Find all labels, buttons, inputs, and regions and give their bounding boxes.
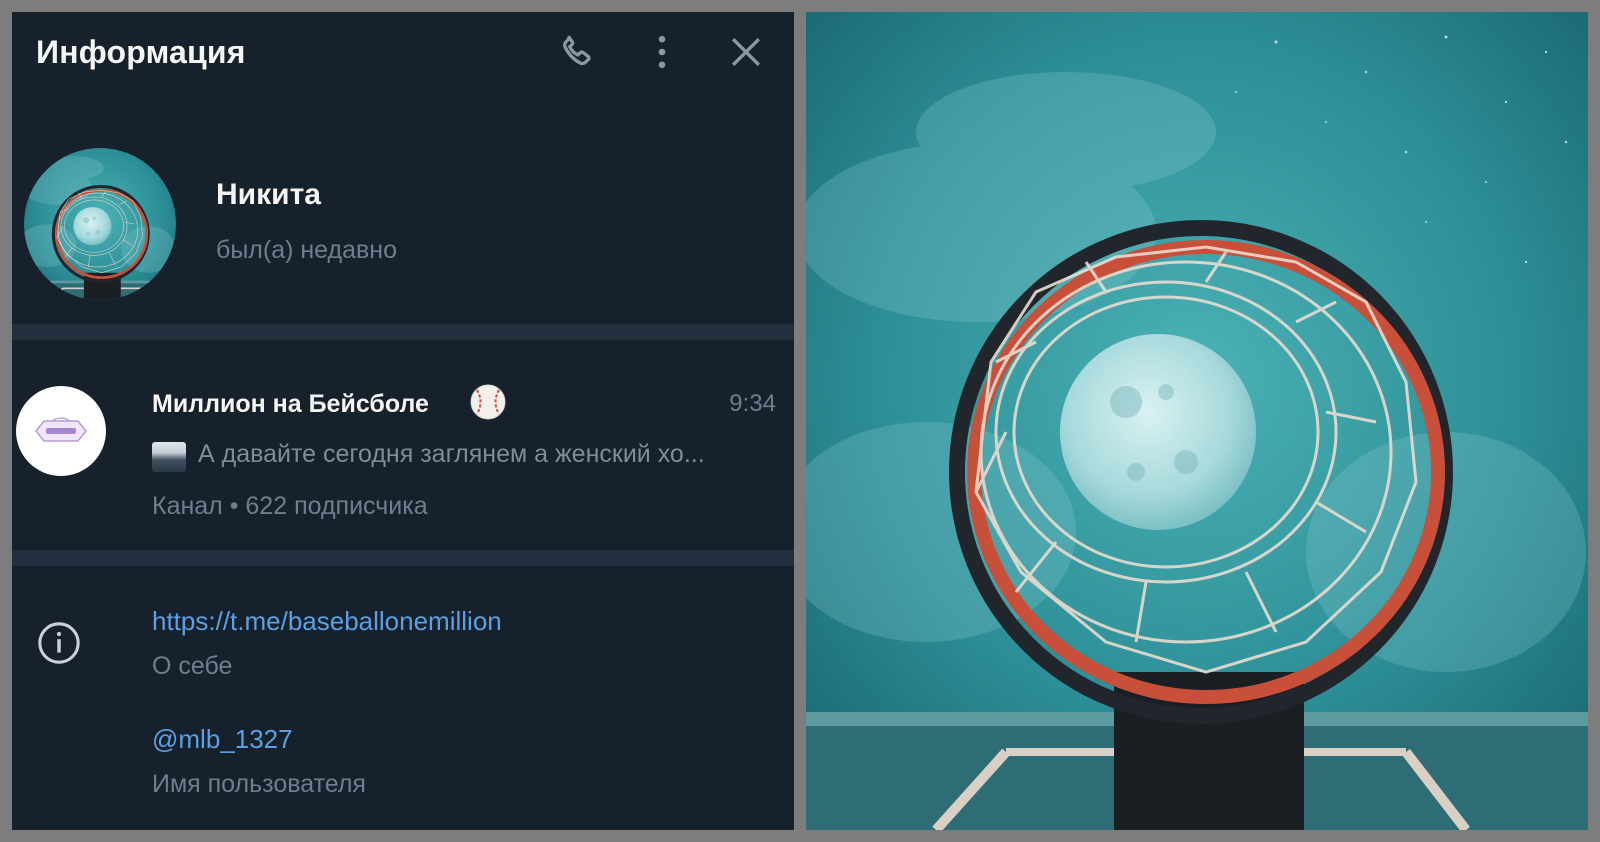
username-link[interactable]: @mlb_1327 xyxy=(152,724,293,755)
panel-header: Информация xyxy=(12,12,794,72)
baseball-emoji-icon xyxy=(470,384,506,420)
channel-logo-icon xyxy=(35,417,87,442)
phone-icon[interactable] xyxy=(556,30,600,74)
bio-link[interactable]: https://t.me/baseballonemillion xyxy=(152,606,502,637)
bio-label: О себе xyxy=(152,652,233,680)
channel-time: 9:34 xyxy=(729,390,776,417)
channel-last-message: А давайте сегодня заглянем а женский хо.… xyxy=(198,440,705,468)
info-panel: Информация Никита был(а) недавно Миллион… xyxy=(12,12,794,830)
close-icon[interactable] xyxy=(724,30,768,74)
personal-channel-item[interactable]: Миллион на Бейсболе 9:34 А давайте сегод… xyxy=(12,356,794,556)
info-icon xyxy=(38,622,80,664)
section-divider xyxy=(12,324,794,340)
info-section: https://t.me/baseballonemillion О себе @… xyxy=(12,574,794,830)
profile-photo-enlarged xyxy=(806,12,1588,830)
profile-status: был(а) недавно xyxy=(216,236,398,264)
section-divider xyxy=(12,550,794,566)
channel-meta: Канал • 622 подписчика xyxy=(152,492,428,520)
panel-title: Информация xyxy=(36,34,246,70)
channel-avatar xyxy=(16,386,106,476)
profile-section: Никита был(а) недавно xyxy=(12,82,794,332)
profile-avatar[interactable] xyxy=(24,148,176,300)
profile-name: Никита xyxy=(216,178,321,211)
channel-name: Миллион на Бейсболе xyxy=(152,390,429,418)
username-label: Имя пользователя xyxy=(152,770,366,798)
message-thumbnail xyxy=(152,442,186,472)
more-vertical-icon[interactable] xyxy=(640,30,684,74)
